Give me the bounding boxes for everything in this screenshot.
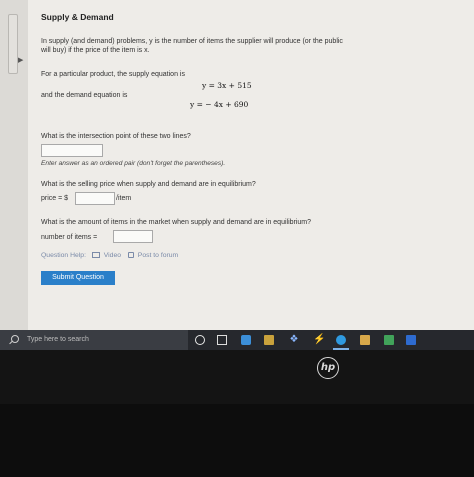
file-explorer-icon[interactable] (360, 335, 370, 345)
taskbar-search[interactable]: Type here to search (0, 330, 188, 350)
items-input[interactable] (113, 230, 153, 243)
green-app-icon[interactable] (384, 335, 394, 345)
question-help: Question Help: Video Post to forum (41, 252, 178, 259)
supply-intro: For a particular product, the supply equ… (41, 71, 185, 78)
forum-link[interactable]: Post to forum (138, 252, 178, 259)
screen: ▶ Supply & Demand In supply (and demand)… (0, 0, 474, 330)
chrome-icon[interactable] (336, 335, 346, 345)
dropbox-icon[interactable]: ❖ (289, 335, 299, 345)
video-link[interactable]: Video (104, 252, 121, 259)
intro-text-line1: In supply (and demand) problems, y is th… (41, 38, 343, 45)
question-1-text: What is the intersection point of these … (41, 133, 191, 140)
price-input[interactable] (75, 192, 115, 205)
items-label: number of items = (41, 234, 98, 241)
panel-toggle[interactable]: ▶ (8, 14, 23, 74)
hp-logo: hp (317, 357, 339, 379)
help-label: Question Help: (41, 252, 86, 259)
browser-icon[interactable] (241, 335, 251, 345)
chevron-right-icon: ▶ (18, 57, 24, 64)
price-unit: /item (116, 195, 132, 202)
forum-icon (127, 252, 134, 258)
price-label: price = $ (41, 195, 69, 202)
cortana-icon[interactable] (195, 335, 205, 345)
page-title: Supply & Demand (41, 12, 114, 22)
keyboard-deck (0, 404, 474, 477)
video-icon (91, 252, 100, 258)
intro-text-line2: will buy) if the price of the item is x. (41, 47, 150, 54)
question-page: Supply & Demand In supply (and demand) p… (28, 0, 474, 330)
search-placeholder: Type here to search (27, 336, 89, 343)
left-panel: ▶ (0, 0, 28, 330)
store-icon[interactable] (264, 335, 274, 345)
question-2-text: What is the selling price when supply an… (41, 181, 256, 188)
demand-equation: y = − 4x + 690 (190, 100, 249, 109)
question-1-hint: Enter answer as an ordered pair (don't f… (41, 160, 226, 167)
flash-icon[interactable]: ⚡ (313, 335, 325, 345)
question-3-text: What is the amount of items in the marke… (41, 219, 312, 226)
intersection-input[interactable] (41, 144, 103, 157)
search-icon (11, 335, 19, 343)
demand-intro: and the demand equation is (41, 92, 128, 99)
supply-equation: y = 3x + 515 (202, 81, 252, 90)
word-icon[interactable] (406, 335, 416, 345)
task-view-icon[interactable] (217, 335, 227, 345)
taskbar: Type here to search ❖ ⚡ (0, 330, 474, 350)
submit-question-button[interactable]: Submit Question (41, 271, 115, 285)
